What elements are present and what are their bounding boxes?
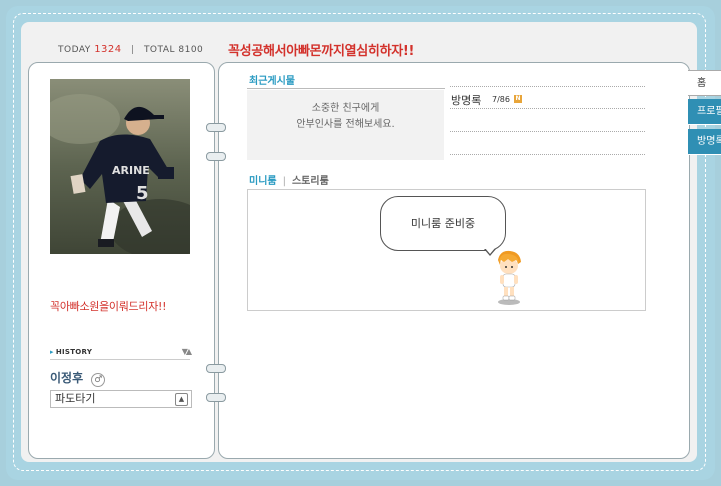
recent-message-line1: 소중한 친구에게 xyxy=(311,103,380,114)
new-badge-icon: N xyxy=(514,95,522,103)
svg-text:5: 5 xyxy=(136,183,149,204)
room-tabs: 미니룸 | 스토리룸 xyxy=(249,172,329,187)
summary-divider xyxy=(450,154,645,155)
page-title: 꼭성공해서아빠몬까지열심히하자!! xyxy=(228,44,415,59)
profile-photo[interactable]: ARINE 5 xyxy=(50,79,190,254)
speech-bubble: 미니룸 준비중 xyxy=(380,196,506,251)
side-tab-profile[interactable]: 프로필 xyxy=(688,99,721,125)
recent-message-line2: 안부인사를 전해보세요. xyxy=(296,119,395,130)
total-label: TOTAL xyxy=(143,45,175,55)
today-count: 1324 xyxy=(94,44,122,55)
wave-select-value: 파도타기 xyxy=(55,392,96,405)
side-tab-home[interactable]: 홈 xyxy=(688,70,721,96)
guestbook-count: 7/86 xyxy=(492,95,510,104)
recent-posts-divider xyxy=(247,88,445,89)
today-label: TODAY xyxy=(58,45,91,55)
binder-ring xyxy=(206,123,226,132)
binder-ring xyxy=(206,152,226,161)
tab-divider: | xyxy=(282,176,286,187)
tab-miniroom[interactable]: 미니룸 xyxy=(249,176,277,187)
history-toggle-icon[interactable]: ▼▲ xyxy=(182,347,192,356)
summary-divider xyxy=(450,108,645,109)
summary-divider xyxy=(450,131,645,132)
history-label: HISTORY xyxy=(50,348,92,356)
binder-ring xyxy=(206,393,226,402)
svg-text:ARINE: ARINE xyxy=(112,164,150,177)
tab-storyroom[interactable]: 스토리룸 xyxy=(292,176,329,187)
recent-posts-message: 소중한 친구에게 안부인사를 전해보세요. xyxy=(247,101,444,133)
summary-divider xyxy=(450,86,645,87)
visitor-counter: TODAY 1324 | TOTAL 8100 xyxy=(58,44,203,55)
wave-select[interactable]: 파도타기 ▲ xyxy=(50,390,192,408)
profile-photo-image: ARINE 5 xyxy=(50,79,190,254)
owner-name-row: 이정후 ♂ xyxy=(50,369,106,387)
select-arrow-icon[interactable]: ▲ xyxy=(175,393,188,406)
owner-name: 이정후 xyxy=(50,371,84,385)
gender-icon: ♂ xyxy=(91,373,106,387)
minimi-avatar[interactable] xyxy=(494,250,524,306)
binder-ring xyxy=(206,364,226,373)
counter-divider: | xyxy=(131,45,135,55)
side-tab-guestbook[interactable]: 방명록 xyxy=(688,129,721,155)
history-bar[interactable]: HISTORY ▼▲ xyxy=(50,347,192,360)
total-count: 8100 xyxy=(178,45,204,55)
profile-quote: 꼭아빠소원을이뤄드리자!! xyxy=(50,300,167,313)
guestbook-label[interactable]: 방명록 xyxy=(451,92,481,108)
recent-posts-title[interactable]: 최근게시물 xyxy=(249,72,295,87)
